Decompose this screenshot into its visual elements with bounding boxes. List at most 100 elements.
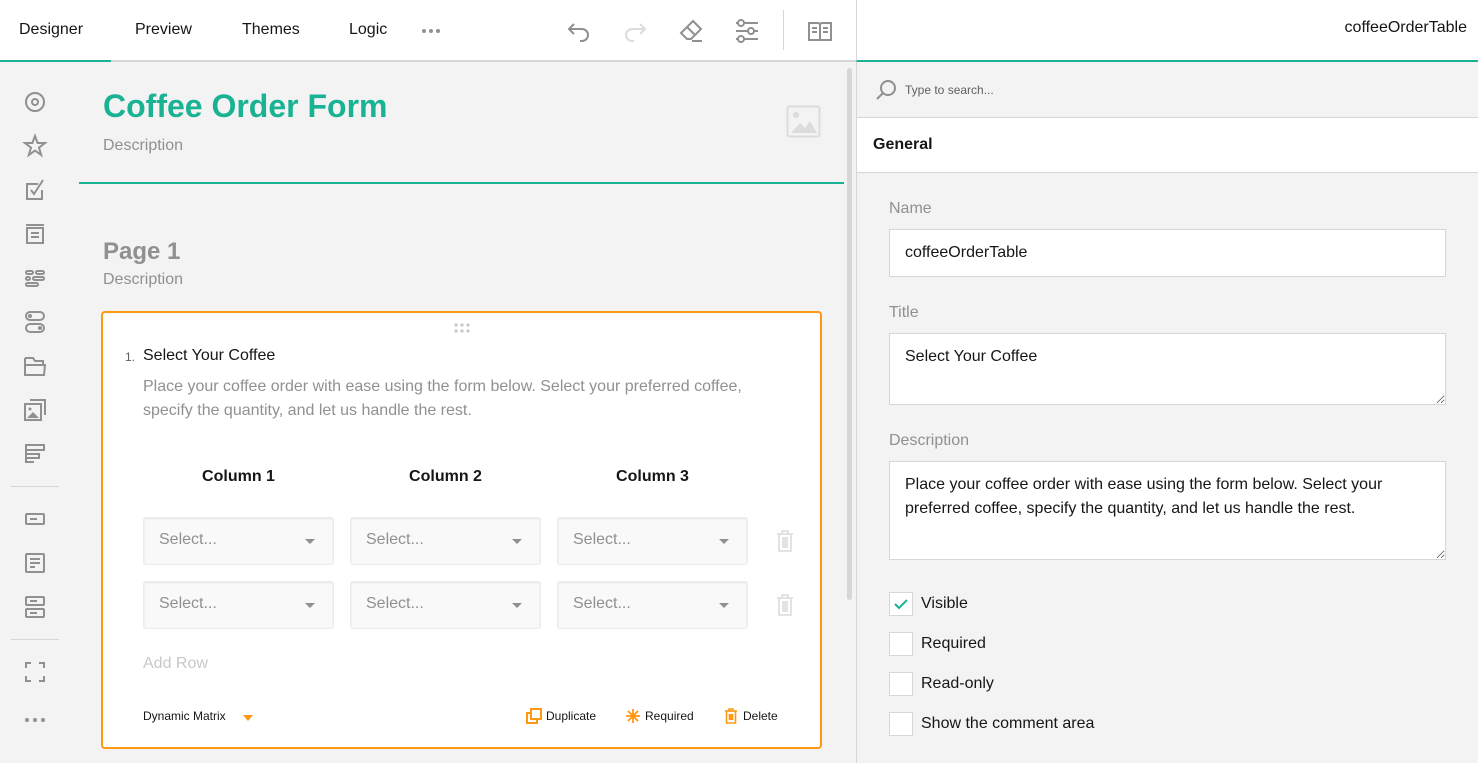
required-button[interactable]: Required [625, 707, 694, 725]
cell-dropdown[interactable]: Select... [557, 581, 748, 629]
remove-row-trash-icon[interactable] [773, 593, 797, 617]
checkbox-box[interactable] [889, 672, 913, 696]
checkbox-icon[interactable] [22, 177, 48, 203]
redo-icon[interactable] [622, 18, 648, 44]
toolbox-divider [11, 639, 59, 640]
property-grid-header: coffeeOrderTable [856, 0, 1478, 62]
toolbox [0, 62, 70, 763]
multiple-text-icon[interactable] [22, 594, 48, 620]
ranking-icon[interactable] [22, 441, 48, 467]
expand-icon[interactable] [22, 659, 48, 685]
undo-icon[interactable] [566, 18, 592, 44]
delete-button[interactable]: Delete [723, 707, 778, 725]
designer-toolbar: Designer Preview Themes Logic [0, 0, 856, 63]
chevron-down-icon [512, 539, 522, 544]
column-header[interactable]: Column 3 [557, 468, 748, 486]
checkbox-label: Show the comment area [921, 715, 1095, 732]
page-title[interactable]: Page 1 [103, 238, 180, 266]
header-divider [79, 182, 844, 184]
description-field[interactable]: Place your coffee order with ease using … [889, 461, 1446, 560]
section-general[interactable]: General [857, 118, 1478, 173]
more-tabs-icon[interactable] [419, 18, 445, 44]
check-icon [894, 599, 908, 610]
delete-label: Delete [743, 709, 778, 723]
visible-checkbox[interactable]: Visible [889, 592, 968, 616]
dropdown-placeholder: Select... [573, 531, 631, 548]
title-field[interactable]: Select Your Coffee [889, 333, 1446, 405]
cell-dropdown[interactable]: Select... [350, 517, 541, 565]
chevron-down-icon [512, 603, 522, 608]
cell-dropdown[interactable]: Select... [143, 581, 334, 629]
survey-description[interactable]: Description [103, 137, 183, 155]
tagbox-icon[interactable] [22, 265, 48, 291]
comment-icon[interactable] [22, 550, 48, 576]
name-field[interactable] [889, 229, 1446, 277]
tab-designer[interactable]: Designer [19, 0, 83, 60]
chevron-down-icon[interactable] [243, 715, 253, 721]
required-label: Required [645, 709, 694, 723]
asterisk-icon [626, 709, 640, 723]
read-only-checkbox[interactable]: Read-only [889, 672, 994, 696]
section-title: General [873, 136, 933, 153]
logo-image-icon[interactable] [786, 105, 822, 139]
column-header[interactable]: Column 1 [143, 468, 334, 486]
dropdown-placeholder: Select... [366, 595, 424, 612]
dropdown-placeholder: Select... [573, 595, 631, 612]
property-search-input[interactable] [905, 79, 1405, 101]
cell-dropdown[interactable]: Select... [350, 581, 541, 629]
single-input-icon[interactable] [22, 506, 48, 532]
drag-handle-icon[interactable] [453, 321, 471, 333]
folder-icon[interactable] [22, 353, 48, 379]
image-picker-icon[interactable] [22, 397, 48, 423]
dropdown-icon[interactable] [22, 221, 48, 247]
remove-row-trash-icon[interactable] [773, 529, 797, 553]
dropdown-placeholder: Select... [159, 531, 217, 548]
survey-title[interactable]: Coffee Order Form [103, 88, 387, 125]
cell-dropdown[interactable]: Select... [143, 517, 334, 565]
show-comment-area-checkbox[interactable]: Show the comment area [889, 712, 1094, 736]
search-icon [875, 79, 897, 101]
chevron-down-icon [719, 539, 729, 544]
duplicate-label: Duplicate [546, 709, 597, 723]
chevron-down-icon [305, 603, 315, 608]
eraser-icon[interactable] [678, 18, 704, 44]
tab-themes[interactable]: Themes [242, 0, 300, 60]
dropdown-placeholder: Select... [159, 595, 217, 612]
star-icon[interactable] [22, 133, 48, 159]
checkbox-label: Required [921, 635, 986, 652]
title-label: Title [889, 304, 919, 321]
radio-icon[interactable] [22, 89, 48, 115]
question-description[interactable]: Place your coffee order with ease using … [143, 375, 783, 423]
selected-element-name: coffeeOrderTable [1344, 19, 1467, 36]
sliders-icon[interactable] [734, 18, 760, 44]
chevron-down-icon [305, 539, 315, 544]
question-type-selector[interactable]: Dynamic Matrix [143, 709, 226, 723]
page-description[interactable]: Description [103, 271, 183, 289]
column-header[interactable]: Column 2 [350, 468, 541, 486]
property-grid: General Name Title Select Your Coffee De… [856, 62, 1478, 763]
ellipsis-icon[interactable] [22, 707, 48, 733]
checkbox-label: Read-only [921, 675, 994, 692]
question-dynamic-matrix[interactable]: 1. Select Your Coffee Place your coffee … [101, 311, 822, 749]
checkbox-box[interactable] [889, 592, 913, 616]
question-title[interactable]: Select Your Coffee [143, 347, 275, 365]
duplicate-icon [526, 708, 542, 724]
checkbox-label: Visible [921, 595, 968, 612]
tab-preview[interactable]: Preview [135, 0, 192, 60]
add-row-button[interactable]: Add Row [143, 655, 208, 673]
required-checkbox[interactable]: Required [889, 632, 986, 656]
checkbox-box[interactable] [889, 632, 913, 656]
toggle-icon[interactable] [22, 309, 48, 335]
canvas-scrollbar[interactable] [847, 68, 852, 600]
checkbox-box[interactable] [889, 712, 913, 736]
trash-icon [725, 708, 737, 724]
duplicate-button[interactable]: Duplicate [526, 707, 596, 725]
design-surface: Coffee Order Form Description Page 1 Des… [70, 62, 856, 763]
toolbar-divider [783, 10, 784, 50]
tab-logic[interactable]: Logic [349, 0, 387, 60]
question-number: 1. [125, 350, 136, 364]
toolbox-divider [11, 486, 59, 487]
cell-dropdown[interactable]: Select... [557, 517, 748, 565]
name-label: Name [889, 200, 932, 217]
book-icon[interactable] [807, 18, 833, 44]
